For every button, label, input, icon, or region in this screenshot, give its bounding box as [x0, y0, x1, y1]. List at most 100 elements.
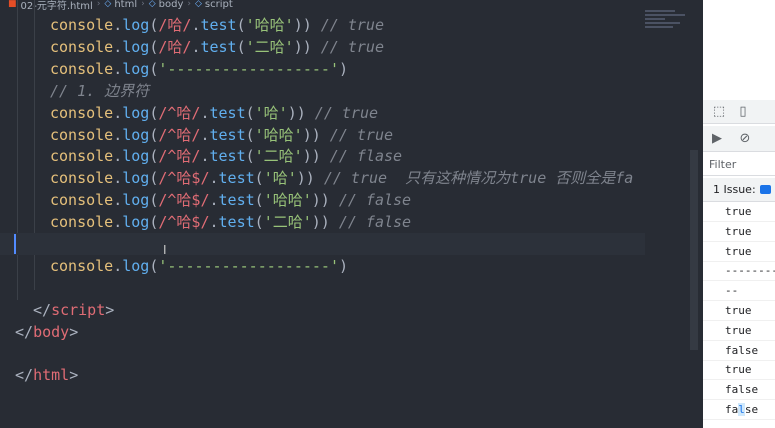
code-token: >: [69, 366, 79, 385]
code-token: console: [50, 37, 114, 56]
code-token: .: [113, 147, 123, 166]
console-row: true: [703, 242, 775, 262]
code-token: /^哈$/: [158, 191, 210, 210]
code-token: '哈': [254, 103, 288, 122]
code-token: .: [209, 169, 219, 188]
code-token: )): [302, 125, 321, 144]
code-line[interactable]: console.log(/^哈$/.test('哈哈')) // false: [0, 189, 645, 211]
html-file-icon: ■: [8, 0, 17, 9]
code-token: .: [200, 147, 210, 166]
code-token: log: [122, 125, 150, 144]
code-token: .: [113, 169, 123, 188]
code-token: test: [209, 125, 246, 144]
code-token: console: [50, 59, 114, 78]
code-token: // true: [311, 37, 384, 56]
code-token: log: [122, 37, 150, 56]
minimap[interactable]: [645, 8, 695, 48]
text-cursor: [14, 234, 16, 254]
code-token: console: [50, 191, 114, 210]
code-line[interactable]: console.log(/^哈$/.test('二哈')) // false: [0, 211, 645, 233]
code-token: body: [33, 322, 70, 341]
chevron-right-icon: ›: [187, 0, 191, 9]
breadcrumb-script[interactable]: script: [205, 0, 233, 10]
inspect-element-icon[interactable]: ⬚: [711, 104, 727, 120]
code-token: console: [50, 125, 114, 144]
code-line[interactable]: </script>: [0, 299, 645, 321]
code-token: )): [293, 16, 312, 34]
sidebar-toggle-icon[interactable]: ▶: [709, 131, 725, 147]
code-line[interactable]: console.log('------------------'): [0, 255, 645, 277]
code-line[interactable]: console.log(/^哈$/.test('哈')) // true 只有这…: [0, 167, 645, 189]
device-toggle-icon[interactable]: ▯: [735, 104, 751, 120]
code-token: ): [339, 59, 349, 78]
code-token: log: [122, 256, 150, 275]
console-toolbar: ▶ ⊘: [703, 126, 775, 152]
code-line[interactable]: [0, 277, 645, 299]
code-token: (: [254, 213, 264, 232]
code-token: .: [113, 125, 123, 144]
console-row: -----------: [703, 261, 775, 282]
code-line[interactable]: // 1. 边界符: [0, 80, 645, 102]
code-line[interactable]: console.log(/哈/.test('二哈')) // true: [0, 36, 645, 58]
code-token: (: [245, 103, 255, 122]
code-line[interactable]: console.log(/^哈/.test('哈')) // true: [0, 102, 645, 124]
code-line[interactable]: console.log('------------------'): [0, 58, 645, 80]
code-line[interactable]: </html>: [0, 364, 645, 386]
vertical-scrollbar[interactable]: [690, 150, 698, 350]
code-token: )): [311, 191, 330, 210]
code-token: test: [209, 103, 246, 122]
code-token: /^哈$/: [158, 213, 210, 232]
code-line[interactable]: console.log(/哈/.test('哈哈')) // true: [0, 14, 645, 36]
breadcrumb-file[interactable]: 02-元字符.html: [21, 0, 93, 12]
code-token: console: [50, 16, 114, 34]
code-token: </: [15, 366, 34, 385]
code-token: (: [254, 191, 264, 210]
code-token: </: [15, 322, 34, 341]
code-token: )): [302, 147, 321, 166]
code-token: // true: [320, 125, 394, 144]
chevron-right-icon: ›: [141, 0, 145, 9]
code-token: .: [113, 213, 123, 232]
code-token: '哈哈': [254, 125, 303, 144]
code-token: '哈': [263, 169, 297, 188]
code-token: test: [209, 147, 246, 166]
code-token: .: [113, 37, 123, 56]
filter-input[interactable]: Filter: [703, 154, 775, 176]
code-line[interactable]: [0, 343, 645, 365]
code-token: /哈/: [158, 37, 192, 56]
code-token: html: [33, 366, 70, 385]
code-token: log: [122, 191, 150, 210]
element-icon: ◇: [104, 0, 112, 9]
code-token: '哈哈': [245, 16, 294, 34]
code-token: '------------------': [158, 256, 339, 275]
code-token: console: [50, 103, 114, 122]
code-token: /^哈$/: [158, 169, 210, 188]
code-token: .: [113, 191, 123, 210]
code-line[interactable]: console.log(/^哈/.test('哈哈')) // true: [0, 124, 645, 146]
code-token: // false: [329, 191, 412, 210]
code-token: '二哈': [263, 213, 312, 232]
breadcrumb-body[interactable]: body: [159, 0, 184, 10]
element-icon: ◇: [148, 0, 156, 9]
code-token: // false: [329, 213, 412, 232]
breadcrumb-html[interactable]: html: [114, 0, 137, 10]
code-token: console: [50, 256, 114, 275]
code-line[interactable]: [0, 233, 645, 255]
issues-bar[interactable]: 1 Issue:: [703, 178, 775, 202]
code-editor[interactable]: ■ 02-元字符.html › ◇ html › ◇ body › ◇ scri…: [0, 0, 703, 428]
code-token: /^哈/: [158, 103, 201, 122]
console-row: true: [703, 222, 775, 242]
code-token: test: [218, 191, 255, 210]
code-line[interactable]: console.log(/^哈/.test('二哈')) // flase: [0, 145, 645, 167]
code-token: ): [339, 256, 349, 275]
code-token: (: [245, 147, 255, 166]
code-token: /^哈/: [158, 147, 201, 166]
issue-message-icon: [759, 185, 771, 194]
code-line[interactable]: </body>: [0, 321, 645, 343]
code-token: '------------------': [158, 59, 339, 78]
code-token: '二哈': [254, 147, 303, 166]
devtools-panel: ⬚ ▯ ▶ ⊘ Filter 1 Issue: true true true ----…: [703, 0, 775, 428]
clear-console-icon[interactable]: ⊘: [737, 131, 753, 147]
code-token: (: [236, 16, 246, 34]
console-row: false: [703, 341, 775, 361]
